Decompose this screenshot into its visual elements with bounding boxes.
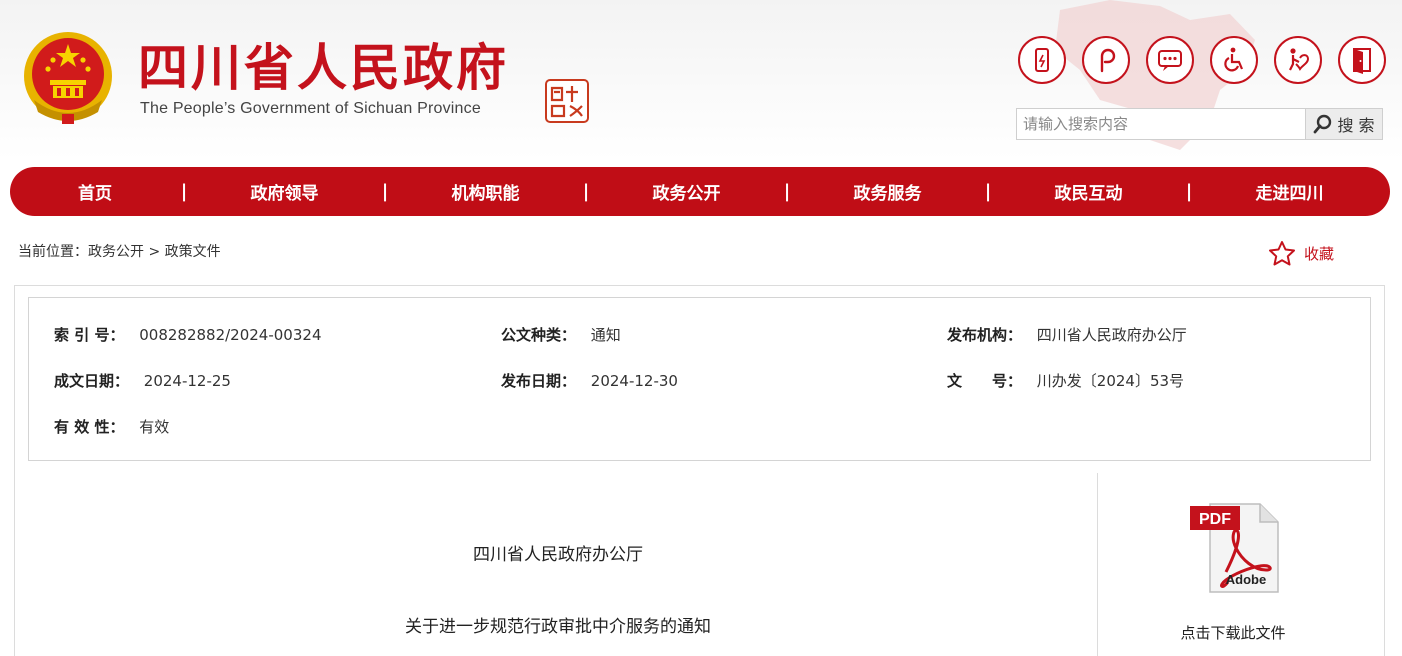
pdf-download-icon[interactable]: PDF Adobe	[1188, 500, 1282, 596]
download-file-link[interactable]: 点击下载此文件	[1150, 622, 1316, 643]
main-nav: 首页 | 政府领导 | 机构职能 | 政务公开 | 政务服务 | 政民互动 | …	[10, 167, 1390, 216]
nav-item-agencies[interactable]: 机构职能	[389, 179, 582, 204]
meta-value: 008282882/2024-00324	[139, 326, 322, 344]
meta-label: 索 引 号：	[54, 326, 125, 344]
meta-label: 发布机构：	[947, 326, 1023, 344]
site-header: 四川省人民政府 The People’s Government of Sichu…	[0, 0, 1402, 160]
column-divider	[1097, 473, 1098, 656]
meta-value: 通知	[590, 326, 621, 344]
site-title: 四川省人民政府	[138, 39, 509, 97]
nav-item-home[interactable]: 首页	[10, 179, 180, 204]
meta-index-no: 索 引 号： 008282882/2024-00324	[54, 324, 321, 345]
meta-written-date: 成文日期： 2024-12-25	[54, 370, 231, 391]
meta-validity: 有 效 性： 有效	[54, 416, 169, 437]
meta-label: 公文种类：	[501, 326, 577, 344]
breadcrumb-link-policy-docs[interactable]: 政策文件	[165, 244, 221, 260]
meta-label: 成文日期：	[54, 372, 130, 390]
meta-value: 2024-12-30	[590, 372, 678, 390]
nav-separator: |	[180, 181, 188, 202]
site-subtitle: The People’s Government of Sichuan Provi…	[140, 100, 481, 117]
star-icon	[1269, 241, 1295, 266]
document-title: 关于进一步规范行政审批中介服务的通知	[405, 617, 711, 637]
nav-item-interaction[interactable]: 政民互动	[992, 179, 1185, 204]
favorite-button[interactable]: 收藏	[1268, 240, 1334, 266]
breadcrumb-link-open-gov[interactable]: 政务公开	[88, 244, 144, 260]
search-bar: 搜 索	[1016, 108, 1383, 140]
nav-item-services[interactable]: 政务服务	[791, 179, 984, 204]
meta-label: 文 号：	[947, 372, 1023, 390]
nav-item-open-gov[interactable]: 政务公开	[590, 179, 783, 204]
national-emblem-icon	[24, 32, 112, 124]
search-icon	[1314, 114, 1332, 134]
nav-item-about-sichuan[interactable]: 走进四川	[1193, 179, 1386, 204]
weibo-icon[interactable]	[1082, 36, 1130, 84]
search-button[interactable]: 搜 索	[1305, 109, 1382, 139]
nav-separator: |	[582, 181, 590, 202]
nav-separator: |	[381, 181, 389, 202]
nav-separator: |	[783, 181, 791, 202]
mobile-icon[interactable]	[1018, 36, 1066, 84]
message-icon[interactable]	[1146, 36, 1194, 84]
pdf-badge-text: PDF	[1199, 511, 1231, 528]
search-input[interactable]	[1017, 109, 1305, 139]
meta-doc-type: 公文种类： 通知	[501, 324, 621, 345]
meta-value: 有效	[139, 418, 170, 436]
nav-separator: |	[1185, 181, 1193, 202]
elderly-care-icon[interactable]	[1274, 36, 1322, 84]
quick-access-icons	[1018, 36, 1386, 84]
search-button-label: 搜 索	[1337, 116, 1375, 135]
document-issuer: 四川省人民政府办公厅	[473, 545, 643, 565]
seal-logo-icon	[545, 79, 589, 123]
meta-label: 发布日期：	[501, 372, 577, 390]
meta-value: 2024-12-25	[143, 372, 231, 390]
meta-doc-no: 文 号： 川办发〔2024〕53号	[947, 370, 1184, 391]
meta-value: 川办发〔2024〕53号	[1036, 372, 1185, 390]
meta-publisher: 发布机构： 四川省人民政府办公厅	[947, 324, 1187, 345]
exit-icon[interactable]	[1338, 36, 1386, 84]
adobe-brand-text: Adobe	[1226, 572, 1266, 587]
nav-separator: |	[984, 181, 992, 202]
breadcrumb-prefix: 当前位置：	[18, 244, 88, 260]
favorite-label: 收藏	[1304, 244, 1335, 263]
document-metadata-box: 索 引 号： 008282882/2024-00324 公文种类： 通知 发布机…	[28, 297, 1371, 461]
meta-value: 四川省人民政府办公厅	[1036, 326, 1187, 344]
meta-label: 有 效 性：	[54, 418, 125, 436]
nav-item-leaders[interactable]: 政府领导	[188, 179, 381, 204]
meta-publish-date: 发布日期： 2024-12-30	[501, 370, 678, 391]
accessibility-icon[interactable]	[1210, 36, 1258, 84]
breadcrumb-separator: >	[148, 244, 161, 260]
breadcrumb: 当前位置：政务公开 > 政策文件	[18, 241, 221, 261]
